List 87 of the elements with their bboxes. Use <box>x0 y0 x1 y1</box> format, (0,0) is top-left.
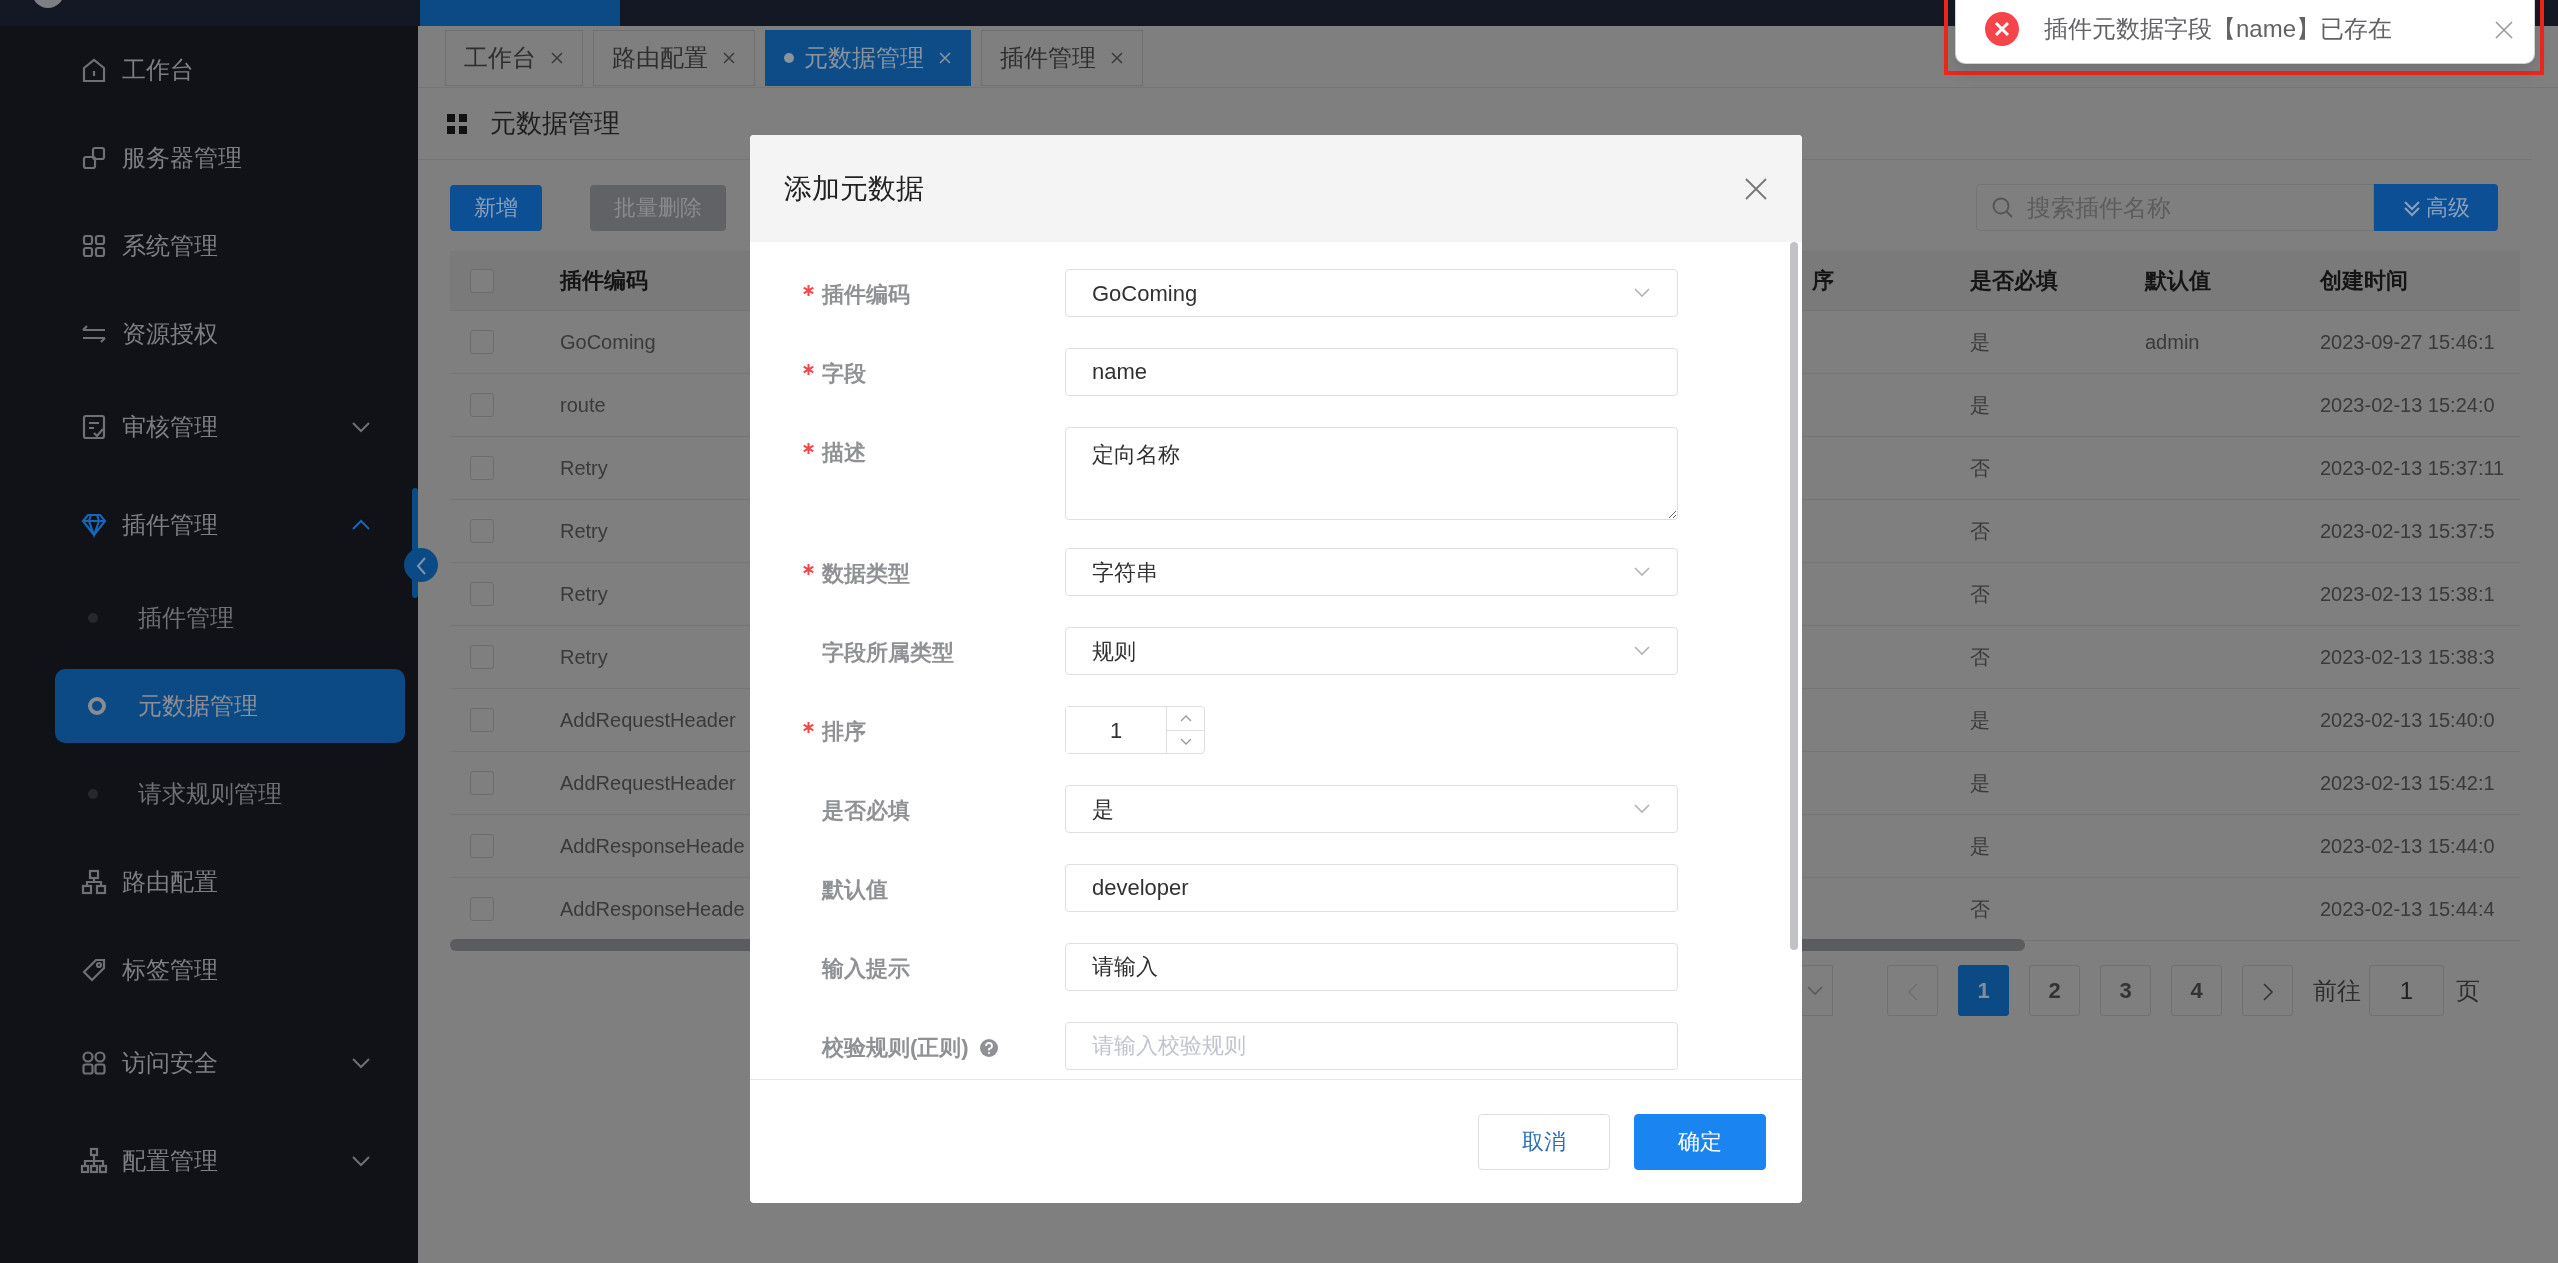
table-cell-text: 否 <box>1969 456 1991 481</box>
select-field[interactable]: 是 <box>1065 785 1678 833</box>
table-cell-text: 是 <box>1969 771 1991 796</box>
table-cell-text: 否 <box>1969 897 1991 922</box>
field-label: 插件编码 <box>822 281 910 309</box>
sidebar-item[interactable]: 路由配置 <box>0 838 400 926</box>
sidebar-item[interactable]: 系统管理 <box>0 202 400 290</box>
field-label: 数据类型 <box>822 560 910 588</box>
field-label: 字段所属类型 <box>822 639 954 667</box>
cancel-button[interactable]: 取消 <box>1478 1113 1610 1170</box>
tab[interactable]: 插件管理 <box>981 30 1143 86</box>
table-cell-text: 是 <box>1969 393 1991 418</box>
table-cell-text: Retry <box>559 582 609 607</box>
sidebar-item[interactable]: 标签管理 <box>0 926 400 1014</box>
sidebar-item[interactable]: 工作台 <box>0 26 400 114</box>
textarea-field[interactable]: 定向名称 <box>1065 427 1678 520</box>
tab[interactable]: 工作台 <box>445 30 583 86</box>
sidebar-item[interactable]: 访问安全 <box>0 1014 400 1112</box>
column-header: 默认值 <box>2143 267 2212 295</box>
field-label: 是否必填 <box>822 797 910 825</box>
table-cell-text: 是 <box>1969 834 1991 859</box>
table-cell-text: route <box>559 393 607 418</box>
table-cell-text: 2023-02-13 15:38:3 <box>2319 645 2496 670</box>
column-header: 插件编码 <box>558 267 649 295</box>
table-cell-text: 2023-02-13 15:44:4 <box>2319 897 2496 922</box>
select-field[interactable]: 字符串 <box>1065 548 1678 596</box>
goto-label: 前往 <box>2313 975 2361 1006</box>
sidebar-item[interactable]: 服务器管理 <box>0 114 400 202</box>
dialog-title: 添加元数据 <box>784 171 924 206</box>
table-cell-text: 2023-02-13 15:24:0 <box>2319 393 2496 418</box>
page-button[interactable]: 4 <box>2171 965 2222 1016</box>
sidebar-item[interactable]: 配置管理 <box>0 1112 400 1210</box>
toast-message: 插件元数据字段【name】已存在 <box>2044 14 2394 44</box>
sidebar-subitem[interactable]: 请求规则管理 <box>0 750 418 838</box>
page-button[interactable]: 2 <box>2029 965 2080 1016</box>
table-cell-text: AddResponseHeade <box>559 897 746 922</box>
confirm-button[interactable]: 确定 <box>1634 1113 1766 1170</box>
sidebar-item[interactable]: 插件管理 <box>0 476 400 574</box>
page-button[interactable]: 1 <box>1958 965 2009 1016</box>
select-field[interactable]: GoComing <box>1065 269 1678 317</box>
field-label: 字段 <box>822 360 866 388</box>
input-field[interactable]: 请输入校验规则 <box>1065 1022 1678 1070</box>
number-field[interactable]: 1 <box>1065 706 1205 754</box>
tab[interactable]: 路由配置 <box>593 30 755 86</box>
page-input[interactable]: 1 <box>2369 965 2444 1016</box>
table-cell-text: 2023-02-13 15:37:11 <box>2319 456 2506 481</box>
table-cell-text: 2023-02-13 15:42:1 <box>2319 771 2496 796</box>
page-button[interactable]: 3 <box>2100 965 2151 1016</box>
table-cell-text: 是 <box>1969 708 1991 733</box>
input-field[interactable]: name <box>1065 348 1678 396</box>
table-cell-text: Retry <box>559 519 609 544</box>
field-label: 排序 <box>822 718 866 746</box>
table-cell-text: 否 <box>1969 582 1991 607</box>
table-cell-text: GoComing <box>559 330 657 355</box>
tab[interactable]: 元数据管理 <box>765 30 971 86</box>
input-field[interactable]: 请输入 <box>1065 943 1678 991</box>
column-header: 序 <box>1811 267 1835 295</box>
table-cell-text: 2023-02-13 15:37:5 <box>2319 519 2496 544</box>
sidebar-item[interactable]: 审核管理 <box>0 378 400 476</box>
page-suffix: 页 <box>2456 975 2480 1006</box>
table-cell-text: Retry <box>559 645 609 670</box>
table-cell-text: Retry <box>559 456 609 481</box>
table-cell-text: 2023-09-27 15:46:1 <box>2319 330 2496 355</box>
table-cell-text: AddResponseHeade <box>559 834 746 859</box>
page-title: 元数据管理 <box>490 107 620 140</box>
table-cell-text: AddRequestHeader <box>559 771 737 796</box>
input-field[interactable]: developer <box>1065 864 1678 912</box>
column-header: 创建时间 <box>2318 267 2409 295</box>
table-cell-text: 否 <box>1969 519 1991 544</box>
advanced-button[interactable]: 高级 <box>2374 184 2498 231</box>
table-cell-text: 2023-02-13 15:40:0 <box>2319 708 2496 733</box>
table-cell-text: AddRequestHeader <box>559 708 737 733</box>
field-label: 默认值 <box>822 876 888 904</box>
field-label: 描述 <box>822 439 866 467</box>
select-field[interactable]: 规则 <box>1065 627 1678 675</box>
table-cell-text: 2023-02-13 15:44:0 <box>2319 834 2496 859</box>
field-label: 校验规则(正则) <box>822 1034 969 1062</box>
table-cell-text: 2023-02-13 15:38:1 <box>2319 582 2496 607</box>
sidebar-subitem[interactable]: 元数据管理 <box>55 669 405 743</box>
table-cell-text: 否 <box>1969 645 1991 670</box>
toolbar-button[interactable]: 新增 <box>450 184 542 231</box>
sidebar-subitem[interactable]: 插件管理 <box>0 574 418 662</box>
field-label: 输入提示 <box>822 955 910 983</box>
column-header: 是否必填 <box>1969 267 2059 295</box>
sidebar-item[interactable]: 资源授权 <box>0 290 400 378</box>
table-cell-text: admin <box>2144 330 2201 355</box>
table-cell-text: 是 <box>1969 330 1991 355</box>
